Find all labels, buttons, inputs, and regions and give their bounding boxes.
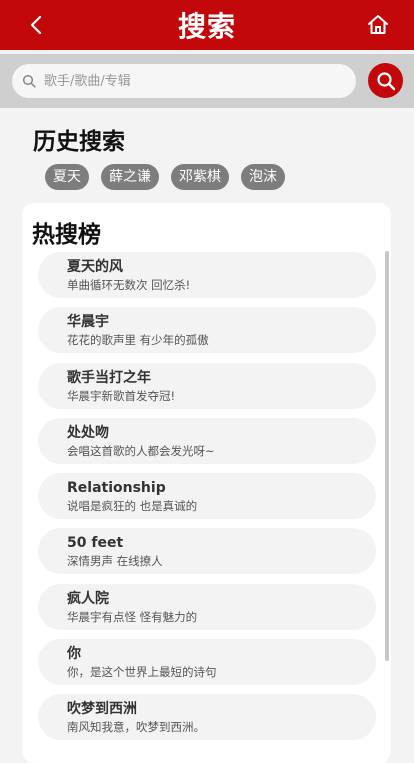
home-icon[interactable] <box>366 13 390 37</box>
hot-item[interactable]: 歌手当打之年 华晨宇新歌首发夺冠! <box>38 362 376 409</box>
hot-item[interactable]: Relationship 说唱是疯狂的 也是真诚的 <box>38 473 376 520</box>
search-icon <box>376 71 395 90</box>
song-name: Relationship <box>67 480 166 497</box>
song-desc: 单曲循环无数次 回忆杀! <box>67 278 191 292</box>
search-icon <box>22 74 36 88</box>
search-button[interactable] <box>368 63 403 98</box>
song-desc: 华晨宇有点怪 怪有魅力的 <box>67 609 198 624</box>
scrollbar[interactable] <box>385 251 389 661</box>
hot-item[interactable]: 夏天的风 单曲循环无数次 回忆杀! <box>38 252 376 298</box>
hot-item[interactable]: 处处吻 会唱这首歌的人都会发光呀~ <box>38 417 376 464</box>
hot-item[interactable]: 疯人院 华晨宇有点怪 怪有魅力的 <box>38 583 376 630</box>
search-input[interactable] <box>42 72 336 90</box>
song-name: 50 feet <box>67 535 124 552</box>
history-tag[interactable]: 泡沫 <box>241 164 285 190</box>
history-title: 历史搜索 <box>33 129 125 155</box>
search-bar <box>0 54 414 108</box>
history-tag[interactable]: 夏天 <box>45 164 89 190</box>
song-desc: 会唱这首歌的人都会发光呀~ <box>67 443 215 458</box>
song-desc: 南风知我意，吹梦到西洲。 <box>67 720 205 735</box>
hot-search-panel: 热搜榜 夏天的风 单曲循环无数次 回忆杀! 华晨宇 花花的歌声里 有少年的孤傲 … <box>22 203 391 763</box>
song-desc: 花花的歌声里 有少年的孤傲 <box>67 333 209 348</box>
search-field[interactable] <box>12 64 356 98</box>
hot-item[interactable]: 吹梦到西洲 南风知我意，吹梦到西洲。 <box>38 694 376 741</box>
song-name: 疯人院 <box>67 590 109 607</box>
hot-title: 热搜榜 <box>32 222 101 248</box>
song-desc: 说唱是疯狂的 也是真诚的 <box>67 499 198 514</box>
song-name: 华晨宇 <box>67 314 109 331</box>
history-tags: 夏天 薛之谦 邓紫棋 泡沫 <box>45 164 285 190</box>
history-tag[interactable]: 邓紫棋 <box>171 164 229 190</box>
history-tag[interactable]: 薛之谦 <box>101 164 159 190</box>
hot-item[interactable]: 你 你，是这个世界上最短的诗句 <box>38 639 376 686</box>
song-desc: 华晨宇新歌首发夺冠! <box>67 388 176 403</box>
song-desc: 深情男声 在线撩人 <box>67 554 163 569</box>
song-name: 夏天的风 <box>67 259 123 275</box>
song-name: 吹梦到西洲 <box>67 701 137 718</box>
hot-item[interactable]: 50 feet 深情男声 在线撩人 <box>38 528 376 575</box>
top-bar: 搜索 <box>0 0 414 50</box>
song-name: 处处吻 <box>67 424 109 441</box>
chevron-left-icon[interactable] <box>24 12 50 38</box>
song-name: 歌手当打之年 <box>67 369 151 386</box>
hot-list: 夏天的风 单曲循环无数次 回忆杀! 华晨宇 花花的歌声里 有少年的孤傲 歌手当打… <box>38 252 376 750</box>
song-name: 你 <box>67 646 81 663</box>
hot-item[interactable]: 华晨宇 花花的歌声里 有少年的孤傲 <box>38 307 376 354</box>
song-desc: 你，是这个世界上最短的诗句 <box>67 665 217 680</box>
page-title: 搜索 <box>177 10 236 43</box>
